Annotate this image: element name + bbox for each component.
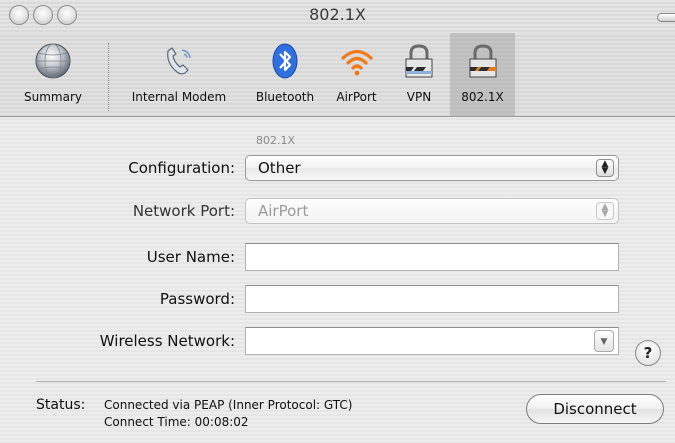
- toolbar-item-summary-label: Summary: [24, 90, 82, 104]
- toolbar-item-802-1x[interactable]: 802.1X: [450, 33, 515, 116]
- toolbar-item-internal-modem[interactable]: Internal Modem: [112, 33, 246, 116]
- wireless-network-combo[interactable]: ▼: [245, 327, 619, 355]
- network-port-value: AirPort: [258, 202, 309, 220]
- toolbar-item-summary[interactable]: Summary: [0, 33, 106, 116]
- status-connect-time: Connect Time: 00:08:02: [104, 415, 249, 429]
- help-button[interactable]: ?: [635, 340, 661, 366]
- network-preferences-window: 802.1X Summary Internal Modem Bluetooth …: [0, 0, 675, 443]
- toolbar-item-vpn-label: VPN: [406, 90, 432, 104]
- user-name-field[interactable]: [245, 243, 619, 271]
- configuration-value: Other: [258, 159, 301, 177]
- lock-icon: [469, 44, 496, 78]
- toolbar: Summary Internal Modem Bluetooth AirPort…: [0, 33, 675, 117]
- toolbar-item-airport-label: AirPort: [336, 90, 377, 104]
- toolbar-item-airport[interactable]: AirPort: [325, 33, 388, 116]
- configuration-popup[interactable]: Other ▲ ▼: [245, 155, 619, 181]
- toolbar-item-802-1x-label: 802.1X: [461, 90, 504, 104]
- password-label: Password:: [159, 290, 235, 308]
- toolbar-toggle-button[interactable]: [657, 13, 675, 22]
- toolbar-item-internal-modem-label: Internal Modem: [131, 90, 227, 104]
- divider: [36, 381, 666, 382]
- toolbar-item-bluetooth-label: Bluetooth: [255, 90, 315, 104]
- vpn-lock-icon: [405, 44, 433, 78]
- network-port-popup: AirPort ▲ ▼: [245, 198, 619, 224]
- bluetooth-icon: [272, 43, 298, 79]
- disconnect-button[interactable]: Disconnect: [526, 394, 664, 424]
- status-label: Status:: [36, 397, 86, 413]
- title-bar: 802.1X: [0, 0, 675, 33]
- airport-wifi-icon: [340, 49, 373, 76]
- popup-arrows-icon: ▲ ▼: [596, 159, 614, 177]
- popup-arrows-icon: ▲ ▼: [596, 202, 614, 220]
- status-connection-text: Connected via PEAP (Inner Protocol: GTC): [104, 398, 353, 412]
- password-field[interactable]: [245, 285, 619, 313]
- window-title: 802.1X: [309, 5, 366, 24]
- network-port-label: Network Port:: [132, 202, 235, 220]
- toolbar-item-vpn[interactable]: VPN: [390, 33, 448, 116]
- section-tag: 802.1X: [256, 134, 296, 147]
- user-name-label: User Name:: [146, 248, 235, 266]
- wireless-network-label: Wireless Network:: [99, 332, 235, 350]
- globe-icon: [35, 43, 71, 79]
- chevron-down-icon[interactable]: ▼: [594, 330, 614, 352]
- toolbar-separator: [108, 43, 109, 111]
- toolbar-item-bluetooth[interactable]: Bluetooth: [247, 33, 323, 116]
- configuration-label: Configuration:: [128, 159, 235, 177]
- phone-icon: [167, 47, 191, 75]
